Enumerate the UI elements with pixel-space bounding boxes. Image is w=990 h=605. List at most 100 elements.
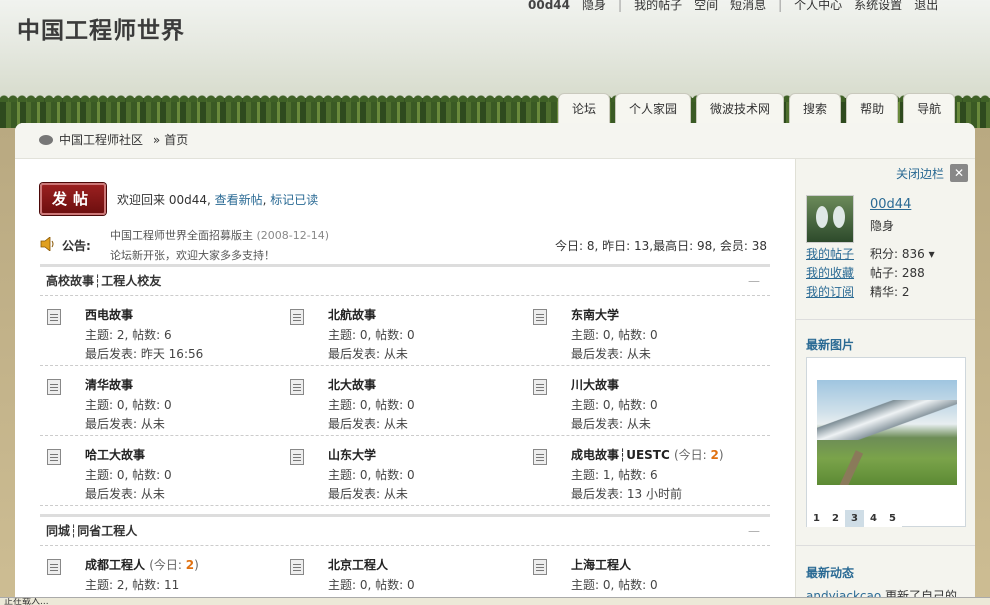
group-header[interactable]: 同城┆同省工程人 — (40, 514, 770, 546)
tab-microwave[interactable]: 微波技术网 (696, 93, 785, 123)
pager-page-current[interactable]: 3 (845, 510, 864, 527)
board-name[interactable]: 北航故事 (328, 308, 376, 322)
board-last-post[interactable]: 最后发表: 从未 (328, 415, 408, 432)
forum-group: 高校故事┆工程人校友 — 西电故事 主题: 2, 帖数: 6 最后发表: 昨天 16:5… (40, 264, 770, 506)
board-name[interactable]: 北京工程人 (328, 558, 388, 572)
pager-page[interactable]: 5 (883, 510, 902, 527)
board-name[interactable]: 北大故事 (328, 378, 376, 392)
avatar[interactable] (806, 195, 854, 243)
breadcrumb-root[interactable]: 中国工程师社区 (59, 133, 143, 147)
forum-board: 清华故事主题: 0, 帖数: 0 最后发表: 从未 (40, 366, 283, 435)
view-new-posts-link[interactable]: 查看新帖 (215, 193, 263, 207)
credits[interactable]: 积分: 836 ▾ (870, 245, 935, 264)
forum-row: 西电故事 主题: 2, 帖数: 6 最后发表: 昨天 16:56 北航故事 主题: 0,… (40, 296, 770, 366)
welcome-bar: 欢迎回来 00d44, 查看新帖, 标记已读 (117, 191, 318, 208)
group-title[interactable]: 高校故事┆工程人校友 (46, 274, 161, 288)
announcement-text[interactable]: 论坛新开张，欢迎大家多多支持！ (110, 249, 275, 261)
my-subscriptions-link[interactable]: 我的订阅 (806, 283, 854, 302)
main-tabs: 论坛 个人家园 微波技术网 搜索 帮助 导航 (558, 93, 956, 123)
top-nav-status[interactable]: 隐身 (582, 0, 606, 12)
board-last-post[interactable]: 最后发表: 从未 (328, 485, 408, 502)
tab-forum[interactable]: 论坛 (558, 93, 611, 123)
board-name[interactable]: 清华故事 (85, 378, 133, 392)
board-name[interactable]: 成电故事┆UESTC (571, 448, 670, 462)
my-posts-link[interactable]: 我的帖子 (806, 245, 854, 264)
board-stats: 主题: 0, 帖数: 0 (85, 398, 172, 412)
announcement-list: 中国工程师世界全面招募版主 (2008-12-14) 论坛新开张，欢迎大家多多支… (110, 229, 410, 261)
latest-images-title: 最新图片 (806, 338, 855, 352)
board-stats: 主题: 0, 帖数: 0 (571, 578, 658, 592)
divider (796, 319, 975, 320)
board-stats: 主题: 0, 帖数: 0 (328, 578, 415, 592)
announcement-item[interactable]: 中国工程师世界全面招募版主 (2008-12-14) (110, 229, 410, 249)
board-name[interactable]: 东南大学 (571, 308, 619, 322)
sidebar-username[interactable]: 00d44 (870, 197, 911, 212)
top-nav-space[interactable]: 空间 (694, 0, 718, 12)
board-stats: 主题: 0, 帖数: 0 (328, 468, 415, 482)
breadcrumb: 中国工程师社区 » 首页 (15, 123, 975, 159)
board-last-post[interactable]: 最后发表: 从未 (571, 415, 651, 432)
board-stats: 主题: 0, 帖数: 0 (328, 328, 415, 342)
board-last-post[interactable]: 最后发表: 13 小时前 (571, 485, 682, 502)
board-last-post[interactable]: 最后发表: 从未 (85, 415, 165, 432)
close-icon[interactable]: ✕ (950, 164, 968, 182)
pager-page[interactable]: 1 (807, 510, 826, 527)
tab-help[interactable]: 帮助 (846, 93, 899, 123)
close-sidebar-link[interactable]: 关闭边栏 (896, 165, 944, 182)
tab-search[interactable]: 搜索 (789, 93, 842, 123)
top-nav-user-center[interactable]: 个人中心 (794, 0, 842, 12)
breadcrumb-separator: » (152, 133, 161, 147)
pager-page[interactable]: 4 (864, 510, 883, 527)
mark-read-link[interactable]: 标记已读 (270, 193, 318, 207)
group-title[interactable]: 同城┆同省工程人 (46, 524, 137, 538)
board-icon (290, 309, 304, 325)
board-stats: 主题: 2, 帖数: 11 (85, 578, 180, 592)
site-logo[interactable]: 中国工程师世界 (17, 11, 185, 45)
forum-row: 清华故事 主题: 0, 帖数: 0 最后发表: 从未 北大故事 主题: 0, 帖数: 0… (40, 366, 770, 436)
board-name[interactable]: 西电故事 (85, 308, 133, 322)
board-last-post[interactable]: 最后发表: 昨天 16:56 (85, 345, 203, 362)
board-last-post[interactable]: 最后发表: 从未 (571, 345, 651, 362)
board-name-line: 西电故事 (85, 306, 133, 323)
board-stats: 主题: 0, 帖数: 0 (328, 398, 415, 412)
board-name-line: 川大故事 (571, 376, 619, 393)
collapse-icon[interactable]: — (748, 267, 760, 295)
board-name[interactable]: 成都工程人 (85, 558, 145, 572)
board-stats: 主题: 0, 帖数: 0 (571, 328, 658, 342)
board-name[interactable]: 川大故事 (571, 378, 619, 392)
pager-page[interactable]: 2 (826, 510, 845, 527)
divider: | (778, 0, 783, 12)
board-name-line: 上海工程人 (571, 556, 631, 573)
top-nav-my-posts[interactable]: 我的帖子 (634, 0, 682, 12)
board-last-post[interactable]: 最后发表: 从未 (85, 485, 165, 502)
announcement-label: 公告: (62, 239, 91, 253)
top-nav-logout[interactable]: 退出 (914, 0, 938, 12)
top-nav-settings[interactable]: 系统设置 (854, 0, 902, 12)
tab-home[interactable]: 个人家园 (615, 93, 692, 123)
today-label: (今日: (149, 558, 186, 572)
my-favorites-link[interactable]: 我的收藏 (806, 264, 854, 283)
new-post-button[interactable]: 发帖 (40, 183, 106, 215)
board-stats: 主题: 1, 帖数: 6 (571, 468, 658, 482)
board-name[interactable]: 哈工大故事 (85, 448, 145, 462)
announcement-text[interactable]: 中国工程师世界全面招募版主 (110, 229, 253, 242)
board-icon (47, 559, 61, 575)
collapse-icon[interactable]: — (748, 517, 760, 545)
forum-board: 北航故事主题: 0, 帖数: 0 最后发表: 从未 (283, 296, 526, 365)
today-count: 2 (710, 448, 719, 462)
top-nav-username[interactable]: 00d44 (528, 0, 570, 12)
board-icon (47, 309, 61, 325)
group-header[interactable]: 高校故事┆工程人校友 — (40, 264, 770, 296)
top-nav-messages[interactable]: 短消息 (730, 0, 766, 12)
user-links: 我的帖子 我的收藏 我的订阅 (806, 245, 854, 302)
tab-navigation[interactable]: 导航 (903, 93, 956, 123)
board-name[interactable]: 山东大学 (328, 448, 376, 462)
board-name-line: 北航故事 (328, 306, 376, 323)
welcome-sep: , (262, 193, 267, 207)
slideshow-pager: 1 2 3 4 5 (807, 510, 902, 527)
board-name[interactable]: 上海工程人 (571, 558, 631, 572)
mountain-image[interactable] (817, 380, 957, 485)
announcement-item[interactable]: 论坛新开张，欢迎大家多多支持！ (110, 249, 410, 261)
forum-row: 哈工大故事 主题: 0, 帖数: 0 最后发表: 从未 山东大学 主题: 0, 帖数: … (40, 436, 770, 506)
board-last-post[interactable]: 最后发表: 从未 (328, 345, 408, 362)
